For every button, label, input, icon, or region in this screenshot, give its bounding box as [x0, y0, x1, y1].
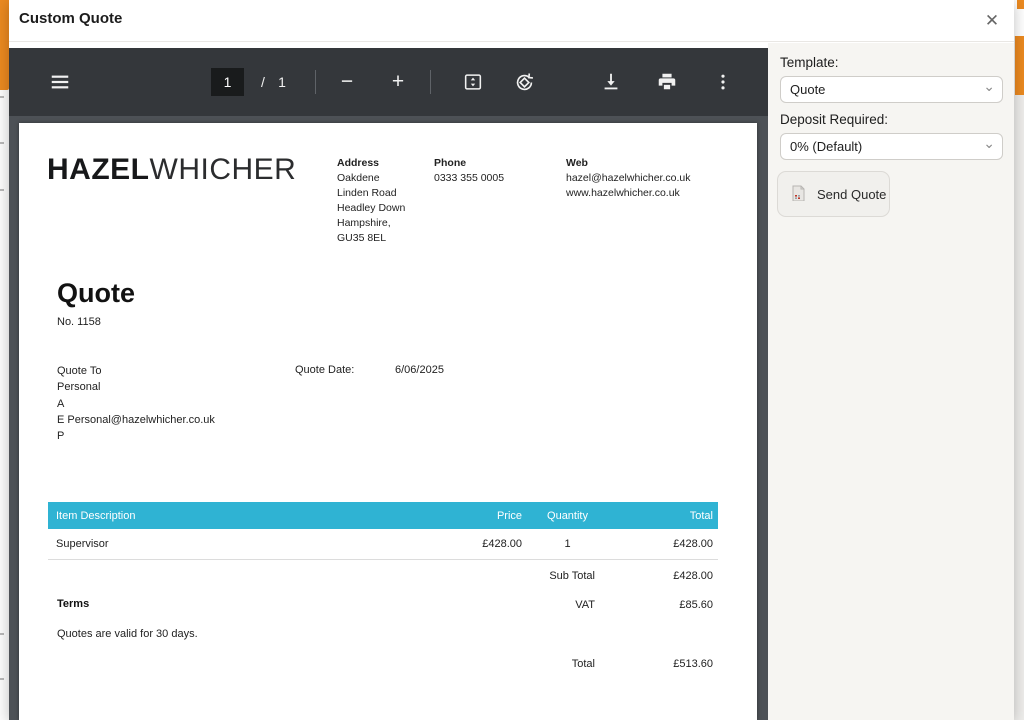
web-line: hazel@hazelwhicher.co.uk	[566, 171, 690, 186]
deposit-selected-value: 0% (Default)	[790, 139, 862, 154]
dialog-titlebar: Custom Quote ✕	[9, 0, 1014, 42]
template-label: Template:	[780, 55, 839, 70]
address-line: Headley Down	[337, 201, 405, 216]
address-line: Oakdene	[337, 171, 405, 186]
terms-heading: Terms	[57, 598, 89, 610]
quote-number: No. 1158	[57, 316, 101, 328]
terms-text: Quotes are valid for 30 days.	[57, 628, 198, 640]
zoom-out-icon[interactable]: −	[333, 48, 361, 116]
address-line: Linden Road	[337, 186, 405, 201]
close-icon[interactable]: ✕	[980, 9, 1004, 33]
page-number-input[interactable]: 1	[211, 68, 244, 96]
chevron-down-icon: ⌄	[983, 135, 995, 152]
custom-quote-dialog: Custom Quote ✕ 1 / 1 − +	[9, 0, 1014, 720]
page-divider-label: /	[253, 48, 273, 116]
background-fragment	[0, 189, 4, 191]
quote-date-value: 6/06/2025	[395, 364, 444, 376]
dialog-title: Custom Quote	[19, 10, 122, 27]
quote-document-icon	[791, 185, 806, 204]
quote-to-line: Quote To	[57, 363, 215, 379]
subtotal-value: £428.00	[595, 570, 718, 582]
table-row: Supervisor £428.00 1 £428.00	[48, 529, 718, 560]
chevron-down-icon: ⌄	[983, 78, 995, 95]
pdf-viewer: 1 / 1 − +	[9, 43, 768, 720]
total-row: Total £513.60	[48, 658, 718, 670]
dialog-content: 1 / 1 − +	[9, 43, 1014, 720]
total-label: Total	[48, 658, 595, 670]
table-header-row: Item Description Price Quantity Total	[48, 502, 718, 529]
quote-to-line: A	[57, 396, 215, 412]
web-line: www.hazelwhicher.co.uk	[566, 186, 690, 201]
template-select[interactable]: Quote ⌄	[780, 76, 1003, 103]
background-fragment	[0, 96, 4, 98]
address-line: GU35 8EL	[337, 231, 405, 246]
toolbar-divider	[430, 70, 431, 94]
background-page-left-sliver	[0, 0, 9, 720]
rotate-icon[interactable]	[510, 48, 538, 116]
address-column: Address Oakdene Linden Road Headley Down…	[337, 156, 405, 246]
send-quote-label: Send Quote	[817, 187, 886, 202]
header-item-description: Item Description	[48, 510, 442, 522]
download-icon[interactable]	[597, 48, 625, 116]
background-fragment	[0, 142, 4, 144]
quote-document-page: HAZELWHICHER Address Oakdene Linden Road…	[19, 123, 757, 720]
phone-heading: Phone	[434, 156, 504, 171]
send-quote-button[interactable]: Send Quote	[777, 171, 890, 217]
background-fragment	[0, 633, 4, 635]
vat-label: VAT	[48, 599, 595, 611]
address-heading: Address	[337, 156, 405, 171]
pdf-viewer-canvas[interactable]: HAZELWHICHER Address Oakdene Linden Road…	[9, 116, 768, 720]
page-total-label: 1	[275, 48, 289, 116]
background-fragment	[0, 678, 4, 680]
header-quantity: Quantity	[522, 510, 613, 522]
background-orange-fragment	[1015, 36, 1024, 95]
zoom-in-icon[interactable]: +	[384, 48, 412, 116]
cell-quantity: 1	[522, 538, 613, 550]
cell-price: £428.00	[442, 538, 522, 550]
quote-to-line: Personal	[57, 379, 215, 395]
print-icon[interactable]	[653, 48, 681, 116]
address-line: Hampshire,	[337, 216, 405, 231]
web-heading: Web	[566, 156, 690, 171]
header-price: Price	[442, 510, 522, 522]
total-value: £513.60	[595, 658, 718, 670]
fit-to-page-icon[interactable]	[459, 48, 487, 116]
phone-column: Phone 0333 355 0005	[434, 156, 504, 186]
logo-bold-text: HAZEL	[47, 153, 150, 186]
cell-total: £428.00	[613, 538, 718, 550]
quote-date-label: Quote Date:	[295, 364, 354, 376]
vat-row: VAT £85.60	[48, 599, 718, 611]
web-column: Web hazel@hazelwhicher.co.uk www.hazelwh…	[566, 156, 690, 201]
items-table: Item Description Price Quantity Total Su…	[48, 502, 718, 560]
vat-value: £85.60	[595, 599, 718, 611]
subtotal-row: Sub Total £428.00	[48, 570, 718, 582]
options-sidebar: Template: Quote ⌄ Deposit Required: 0% (…	[768, 43, 1014, 720]
quote-to-line: E Personal@hazelwhicher.co.uk	[57, 412, 215, 428]
background-orange-tab	[0, 0, 9, 90]
logo-light-text: WHICHER	[150, 153, 297, 186]
pdf-toolbar: 1 / 1 − +	[9, 48, 768, 116]
quote-to-block: Quote To Personal A E Personal@hazelwhic…	[57, 363, 215, 444]
phone-line: 0333 355 0005	[434, 171, 504, 186]
cell-description: Supervisor	[48, 538, 442, 550]
deposit-required-label: Deposit Required:	[780, 112, 888, 127]
document-title: Quote	[57, 278, 135, 309]
header-total: Total	[613, 510, 718, 522]
more-options-icon[interactable]	[709, 48, 737, 116]
toolbar-divider	[315, 70, 316, 94]
deposit-required-select[interactable]: 0% (Default) ⌄	[780, 133, 1003, 160]
quote-to-line: P	[57, 428, 215, 444]
menu-icon[interactable]	[45, 48, 75, 116]
company-logo: HAZELWHICHER	[47, 153, 296, 187]
background-page-right-sliver	[1014, 0, 1024, 720]
template-selected-value: Quote	[790, 82, 825, 97]
subtotal-label: Sub Total	[48, 570, 595, 582]
background-orange-fragment	[1017, 0, 1024, 9]
